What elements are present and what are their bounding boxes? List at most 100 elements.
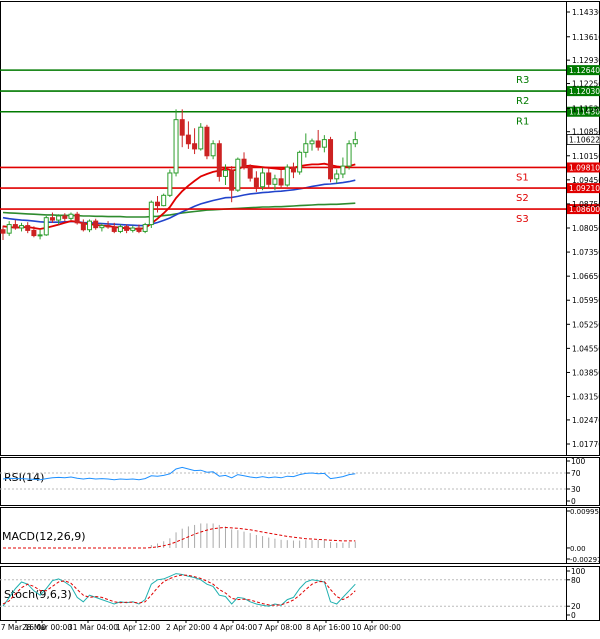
rsi-line [2,466,356,481]
macd-panel: MACD(12,26,9) 0.009957 0.00 -0.002976 [2,508,600,564]
price-tick-label: 1.12930 [572,56,600,65]
stochastic-panel: Stoch(9,6,3) 10080200 [0,567,586,620]
candle-body [210,143,216,157]
time-axis: 27 Mar 16:0028 Mar 00:0031 Mar 04:001 Ap… [0,620,401,632]
pivot-levels: R31.12640R21.12030R11.11430S11.09810S21.… [0,65,600,225]
price-tick-label: 1.11530 [572,104,600,113]
candle-body [260,172,266,188]
level-name-s1: S1 [516,172,529,183]
price-tick-label: 1.05950 [572,296,600,305]
candle-body [136,227,142,232]
candle-body [161,194,167,207]
macd-tick-label: 0.009957 [570,508,600,516]
time-tick-label: 28 Mar 00:00 [22,623,72,632]
candle-body [346,143,352,167]
candle-body [216,143,222,177]
candle-body [43,217,49,236]
stoch-tick-label: 100 [571,567,586,576]
current-price-label: 1.10622 [569,136,600,145]
candle-body [130,227,136,231]
candle-body [167,172,173,196]
candle-body [173,119,179,174]
candle-body [284,166,290,186]
ma-slow-line [2,202,356,218]
candle-body [93,220,99,229]
candle-body [266,172,272,185]
rsi-tick-label: 30 [571,485,581,494]
candle-body [6,224,12,234]
candle-body [117,226,123,232]
level-name-r3: R3 [516,75,529,86]
ma-fast-line [2,162,356,230]
candle-body [12,224,18,229]
candle-body [179,119,185,136]
level-price-label: 1.09210 [569,184,600,193]
time-tick-label: 10 Apr 00:00 [352,623,401,632]
macd-tick-label: 0.00 [570,545,586,553]
price-tick-label: 1.04550 [572,344,600,353]
candlesticks [0,109,358,241]
price-tick-label: 1.10150 [572,152,600,161]
candle-body [185,134,191,145]
candle-body [315,140,321,148]
rsi-panel: RSI(14) 10070300 [0,457,586,506]
level-name-r2: R2 [516,96,529,107]
price-tick-label: 1.02470 [572,416,600,425]
candle-body [68,213,74,219]
candle-body [309,140,315,145]
level-name-r1: R1 [516,117,529,128]
candle-body [290,166,296,173]
level-name-s2: S2 [516,193,529,204]
candle-body [142,224,148,232]
chart-root: R3 1.12640 R2 1.12030 R1 1.11430 S1 1.09810 S2 1.… [0,0,600,635]
candle-body [62,215,68,219]
time-tick-label: 7 Apr 08:00 [258,623,302,632]
candle-body [80,222,86,231]
time-tick-label: 1 Apr 12:00 [116,623,160,632]
price-tick-label: 1.08050 [572,224,600,233]
time-tick-label: 4 Apr 04:00 [213,623,257,632]
price-tick-label: 1.05250 [572,320,600,329]
candle-body [74,213,80,224]
candle-body [303,143,309,153]
trading-chart: R31.12640R21.12030R11.11430S11.09810S21.… [0,1,600,632]
price-tick-label: 1.03850 [572,368,600,377]
price-tick-label: 1.01770 [572,440,600,449]
candle-body [272,178,278,185]
level-price-label: 1.12640 [569,66,600,75]
panel-frames [0,1,600,621]
candle-body [229,170,235,191]
candle-body [25,225,31,231]
candle-body [340,165,346,175]
price-tick-label: 1.13610 [572,33,600,42]
level-price-label: 1.09810 [569,163,600,172]
price-tick-label: 1.09450 [572,176,600,185]
rsi-frame [0,457,600,506]
candle-body [49,217,55,221]
candle-body [111,226,117,232]
stoch-frame [0,566,600,621]
macd-frame [0,507,600,564]
candle-body [328,139,334,180]
candle-body [253,177,259,188]
stoch-tick-label: 80 [571,576,581,585]
candle-body [124,226,130,231]
candle-body [334,173,340,180]
candle-body [37,234,43,237]
candle-body [321,139,327,148]
candle-body [247,166,253,179]
candle-body [222,170,228,177]
time-tick-label: 31 Mar 04:00 [68,623,118,632]
macd-tick-label: -0.002976 [570,556,600,564]
price-tick-label: 1.03150 [572,393,600,402]
candle-body [204,126,210,157]
price-tick-label: 1.10850 [572,128,600,137]
price-tick-label: 1.07350 [572,248,600,257]
level-name-s3: S3 [516,214,529,225]
price-tick-label: 1.14330 [572,8,600,17]
candle-body [198,126,204,150]
candle-body [56,215,62,221]
moving-averages [2,162,356,230]
candle-body [148,201,154,226]
macd-title: MACD(12,26,9) [2,530,86,543]
